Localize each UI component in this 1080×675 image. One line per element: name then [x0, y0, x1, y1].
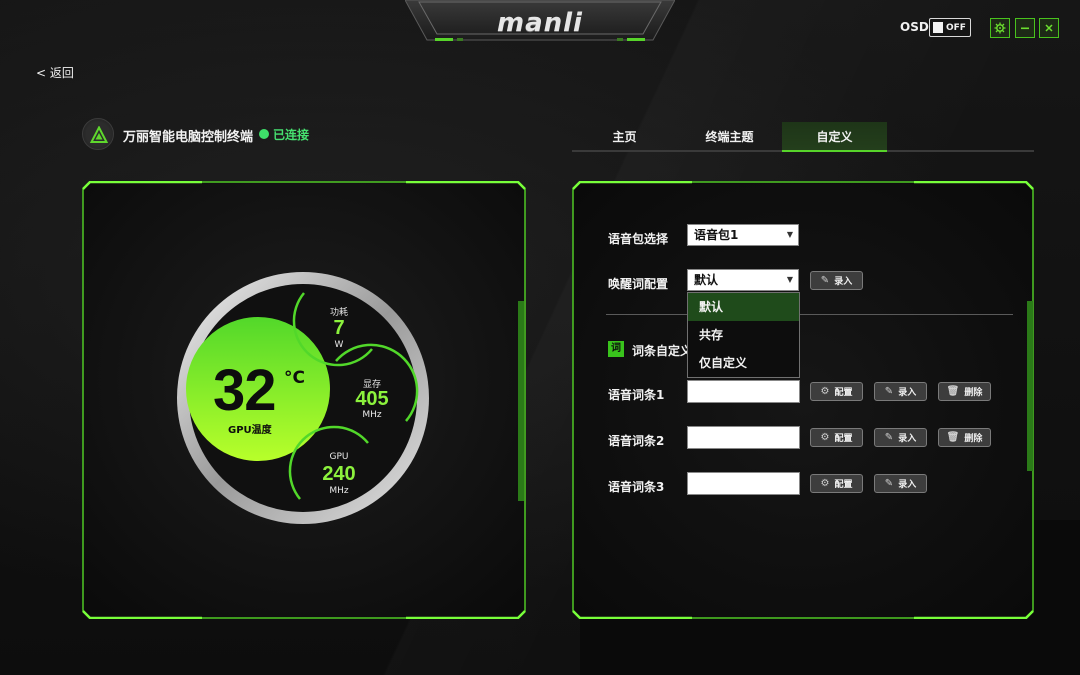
voice-pack-select[interactable]: 语音包1 ▼ [687, 224, 799, 246]
entry-1-label: 语音词条1 [608, 388, 665, 402]
app-logo [82, 118, 114, 150]
gear-icon: ⚙ [820, 386, 830, 397]
connection-status: 已连接 [273, 128, 310, 142]
wake-word-label: 唤醒词配置 [608, 277, 669, 291]
wake-word-option-coexist[interactable]: 共存 [688, 321, 799, 349]
gear-icon [994, 22, 1006, 34]
gpu-clock-value: 240 [322, 463, 356, 485]
close-button[interactable] [1039, 18, 1059, 38]
close-icon [1045, 24, 1053, 32]
osd-label: OSD [900, 20, 929, 34]
gear-icon: ⚙ [820, 432, 830, 443]
entry-1-record-label: 录入 [898, 388, 917, 398]
section-divider [606, 314, 1013, 315]
pen-icon: ✎ [884, 386, 894, 397]
voice-pack-select-value: 语音包1 [694, 228, 739, 242]
chevron-down-icon: ▼ [786, 275, 793, 284]
app-name: 万丽智能电脑控制终端 [123, 130, 254, 145]
trash-icon: 🗑 [946, 386, 960, 397]
wake-word-record-label: 录入 [834, 277, 853, 287]
entry-3-record-label: 录入 [898, 480, 917, 490]
entry-2-record-label: 录入 [898, 434, 917, 444]
entry-1-input[interactable] [687, 380, 800, 403]
minimize-icon [1021, 27, 1029, 30]
entry-1-delete-button[interactable]: 🗑 删除 [938, 382, 991, 401]
trash-icon: 🗑 [946, 432, 960, 443]
gpu-temperature-label: GPU温度 [228, 425, 272, 436]
power-value: 7 [333, 317, 345, 339]
osd-toggle-knob [933, 22, 943, 33]
entry-1-delete-label: 删除 [964, 388, 983, 398]
entry-2-input[interactable] [687, 426, 800, 449]
tab-bar: 主页 终端主题 自定义 [572, 122, 1034, 152]
entry-2-delete-label: 删除 [964, 434, 983, 444]
wake-word-dropdown: 默认 共存 仅自定义 [687, 292, 800, 378]
memory-unit: MHz [362, 410, 382, 420]
gpu-temperature-unit: °C [284, 368, 305, 388]
entry-2-delete-button[interactable]: 🗑 删除 [938, 428, 991, 447]
voice-pack-label: 语音包选择 [608, 232, 669, 246]
osd-toggle-state: OFF [946, 22, 966, 33]
gpu-clock-unit: MHz [329, 486, 349, 496]
wake-word-record-button[interactable]: ✎ 录入 [810, 271, 863, 290]
memory-value: 405 [355, 388, 389, 410]
wake-word-option-default[interactable]: 默认 [688, 293, 799, 321]
gpu-temperature-value: 32 [213, 358, 277, 423]
pen-icon: ✎ [884, 478, 894, 489]
gear-icon: ⚙ [820, 478, 830, 489]
custom-section-badge: 词 [608, 341, 624, 357]
wake-word-option-custom-only[interactable]: 仅自定义 [688, 349, 799, 377]
connection-status-dot [259, 129, 269, 139]
entry-3-config-button[interactable]: ⚙ 配置 [810, 474, 863, 493]
triangle-logo-icon [90, 126, 108, 143]
pen-icon: ✎ [820, 275, 830, 286]
back-link[interactable]: < 返回 [36, 64, 74, 81]
tab-custom[interactable]: 自定义 [782, 122, 887, 152]
entry-3-input[interactable] [687, 472, 800, 495]
gpu-clock-title: GPU [329, 452, 349, 462]
minimize-button[interactable] [1015, 18, 1035, 38]
wake-word-select-value: 默认 [694, 273, 719, 287]
entry-3-config-label: 配置 [834, 480, 853, 490]
pen-icon: ✎ [884, 432, 894, 443]
entry-3-record-button[interactable]: ✎ 录入 [874, 474, 927, 493]
entry-3-label: 语音词条3 [608, 480, 665, 494]
entry-2-label: 语音词条2 [608, 434, 665, 448]
custom-section-title: 词条自定义 [632, 344, 693, 358]
entry-2-config-button[interactable]: ⚙ 配置 [810, 428, 863, 447]
entry-1-config-button[interactable]: ⚙ 配置 [810, 382, 863, 401]
tab-terminal-theme[interactable]: 终端主题 [677, 122, 782, 152]
tab-home[interactable]: 主页 [572, 122, 677, 152]
brand-logo-plate: manli [405, 0, 675, 46]
brand-logo: manli [497, 8, 583, 38]
settings-button[interactable] [990, 18, 1010, 38]
power-unit: W [334, 340, 344, 350]
osd-toggle[interactable]: OFF [929, 18, 971, 37]
entry-1-config-label: 配置 [834, 388, 853, 398]
chevron-down-icon: ▼ [786, 230, 793, 239]
wake-word-select[interactable]: 默认 ▼ [687, 269, 799, 291]
entry-2-config-label: 配置 [834, 434, 853, 444]
entry-1-record-button[interactable]: ✎ 录入 [874, 382, 927, 401]
entry-2-record-button[interactable]: ✎ 录入 [874, 428, 927, 447]
